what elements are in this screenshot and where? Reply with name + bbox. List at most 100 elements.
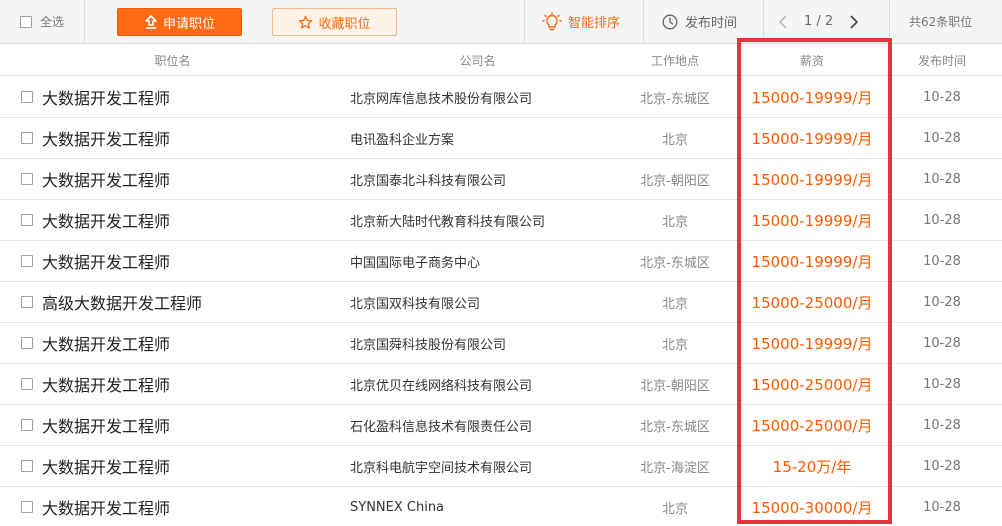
- job-location: 北京-东城区: [640, 419, 710, 435]
- job-location: 北京: [661, 501, 688, 517]
- job-title-link[interactable]: 大数据开发工程师: [42, 446, 170, 486]
- job-title-link[interactable]: 大数据开发工程师: [42, 241, 170, 281]
- company-link[interactable]: 北京新大陆时代教育科技有限公司: [350, 200, 545, 240]
- select-all-checkbox[interactable]: [20, 15, 32, 28]
- job-date: 10-28: [923, 171, 961, 187]
- job-title-link[interactable]: 高级大数据开发工程师: [42, 282, 202, 322]
- job-title-link[interactable]: 大数据开发工程师: [42, 118, 170, 158]
- job-date: 10-28: [923, 458, 961, 474]
- column-header-salary[interactable]: 薪资: [742, 44, 882, 76]
- toolbar-divider: [889, 0, 890, 43]
- row-checkbox[interactable]: [21, 214, 33, 226]
- table-row[interactable]: 大数据开发工程师 北京优贝在线网络科技有限公司 北京-朝阳区 15000-25000/…: [0, 364, 1002, 405]
- company-link[interactable]: 北京优贝在线网络科技有限公司: [350, 364, 532, 404]
- column-header-location[interactable]: 工作地点: [620, 44, 730, 76]
- job-date: 10-28: [923, 499, 961, 515]
- job-date: 10-28: [923, 294, 961, 310]
- row-checkbox[interactable]: [21, 132, 33, 144]
- job-location: 北京-海淀区: [640, 460, 710, 476]
- column-header-company[interactable]: 公司名: [400, 44, 555, 76]
- chevron-left-icon[interactable]: [778, 14, 788, 29]
- job-date: 10-28: [923, 89, 961, 105]
- job-date: 10-28: [923, 130, 961, 146]
- table-row[interactable]: 大数据开发工程师 北京新大陆时代教育科技有限公司 北京 15000-19999/月 10…: [0, 200, 1002, 241]
- table-row[interactable]: 大数据开发工程师 中国国际电子商务中心 北京-东城区 15000-19999/月 10-…: [0, 241, 1002, 282]
- row-checkbox[interactable]: [21, 173, 33, 185]
- company-link[interactable]: 中国国际电子商务中心: [350, 241, 480, 281]
- table-row[interactable]: 大数据开发工程师 北京国舜科技股份有限公司 北京 15000-19999/月 10-28: [0, 323, 1002, 364]
- job-location: 北京-朝阳区: [640, 378, 710, 394]
- toolbar-divider: [524, 0, 525, 43]
- company-link[interactable]: 石化盈科信息技术有限责任公司: [350, 405, 532, 445]
- clock-icon: [662, 14, 678, 29]
- job-location: 北京: [661, 132, 688, 148]
- table-row[interactable]: 大数据开发工程师 北京科电航宇空间技术有限公司 北京-海淀区 15-20万/年 10-2…: [0, 446, 1002, 487]
- toolbar: 全选 申请职位 收藏职位 智能排序 发布时间 1 / 2 共62条职位: [0, 0, 1002, 44]
- company-link[interactable]: SYNNEX China: [350, 487, 444, 526]
- job-title-link[interactable]: 大数据开发工程师: [42, 487, 170, 526]
- select-all[interactable]: 全选: [20, 0, 64, 43]
- time-sort-label: 发布时间: [685, 16, 738, 31]
- table-row[interactable]: 大数据开发工程师 北京国泰北斗科技有限公司 北京-朝阳区 15000-19999/月 1…: [0, 159, 1002, 200]
- job-salary: 15000-19999/月: [751, 211, 873, 230]
- row-checkbox[interactable]: [21, 255, 33, 267]
- table-row[interactable]: 高级大数据开发工程师 北京国双科技有限公司 北京 15000-25000/月 10-28: [0, 282, 1002, 323]
- job-salary: 15-20万/年: [772, 457, 852, 476]
- apply-button-label: 申请职位: [162, 16, 215, 32]
- job-location: 北京-东城区: [640, 91, 710, 107]
- chevron-right-icon[interactable]: [849, 14, 859, 29]
- table-row[interactable]: 大数据开发工程师 石化盈科信息技术有限责任公司 北京-东城区 15000-25000/…: [0, 405, 1002, 446]
- toolbar-divider: [763, 0, 764, 43]
- table-row[interactable]: 大数据开发工程师 北京网库信息技术股份有限公司 北京-东城区 15000-19999/…: [0, 77, 1002, 118]
- company-link[interactable]: 北京国泰北斗科技有限公司: [350, 159, 506, 199]
- job-location: 北京: [661, 337, 688, 353]
- job-date: 10-28: [923, 253, 961, 269]
- job-salary: 15000-19999/月: [751, 252, 873, 271]
- company-link[interactable]: 电讯盈科企业方案: [350, 118, 454, 158]
- row-checkbox[interactable]: [21, 501, 33, 513]
- job-title-link[interactable]: 大数据开发工程师: [42, 405, 170, 445]
- toolbar-divider: [643, 0, 644, 43]
- lightbulb-icon: [542, 11, 562, 30]
- job-location: 北京-东城区: [640, 255, 710, 271]
- row-checkbox[interactable]: [21, 337, 33, 349]
- job-location: 北京: [661, 214, 688, 230]
- column-header-date[interactable]: 发布时间: [892, 44, 992, 76]
- star-icon: [299, 15, 313, 29]
- job-title-link[interactable]: 大数据开发工程师: [42, 364, 170, 404]
- job-title-link[interactable]: 大数据开发工程师: [42, 200, 170, 240]
- upload-icon: [145, 15, 157, 29]
- job-salary: 15000-19999/月: [751, 334, 873, 353]
- job-title-link[interactable]: 大数据开发工程师: [42, 323, 170, 363]
- job-date: 10-28: [923, 376, 961, 392]
- company-link[interactable]: 北京科电航宇空间技术有限公司: [350, 446, 532, 486]
- row-checkbox[interactable]: [21, 419, 33, 431]
- smart-sort-option[interactable]: 智能排序: [542, 0, 620, 43]
- toolbar-divider: [84, 0, 85, 43]
- column-header-title[interactable]: 职位名: [100, 44, 245, 76]
- job-list-page: 全选 申请职位 收藏职位 智能排序 发布时间 1 / 2 共62条职位 职位名 …: [0, 0, 1002, 526]
- table-row[interactable]: 大数据开发工程师 电讯盈科企业方案 北京 15000-19999/月 10-28: [0, 118, 1002, 159]
- table-row[interactable]: 大数据开发工程师 SYNNEX China 北京 15000-30000/月 10-28: [0, 487, 1002, 526]
- apply-button[interactable]: 申请职位: [117, 8, 242, 36]
- select-all-label: 全选: [40, 15, 65, 29]
- job-salary: 15000-30000/月: [751, 498, 873, 517]
- job-title-link[interactable]: 大数据开发工程师: [42, 77, 170, 117]
- favorite-button-label: 收藏职位: [318, 16, 371, 32]
- job-title-link[interactable]: 大数据开发工程师: [42, 159, 170, 199]
- row-checkbox[interactable]: [21, 378, 33, 390]
- company-link[interactable]: 北京网库信息技术股份有限公司: [350, 77, 532, 117]
- row-checkbox[interactable]: [21, 296, 33, 308]
- row-checkbox[interactable]: [21, 460, 33, 472]
- job-salary: 15000-19999/月: [751, 88, 873, 107]
- job-location: 北京: [661, 296, 688, 312]
- pager: 1 / 2: [778, 0, 859, 43]
- job-salary: 15000-25000/月: [751, 293, 873, 312]
- company-link[interactable]: 北京国舜科技股份有限公司: [350, 323, 506, 363]
- total-count: 共62条职位: [909, 15, 973, 29]
- time-sort-option[interactable]: 发布时间: [662, 0, 737, 43]
- row-checkbox[interactable]: [21, 91, 33, 103]
- favorite-button[interactable]: 收藏职位: [272, 8, 397, 36]
- company-link[interactable]: 北京国双科技有限公司: [350, 282, 480, 322]
- job-salary: 15000-25000/月: [751, 416, 873, 435]
